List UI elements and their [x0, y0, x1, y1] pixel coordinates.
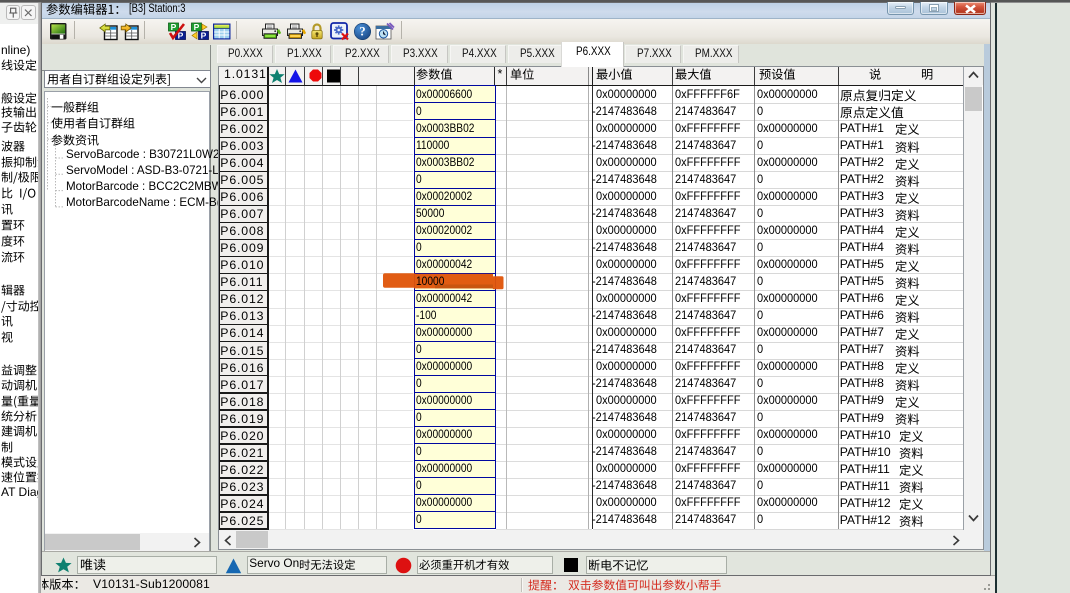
svg-text:P: P — [170, 22, 176, 32]
svg-text:P: P — [200, 30, 206, 40]
svg-text:P: P — [193, 22, 199, 32]
svg-text:?: ? — [359, 24, 365, 38]
